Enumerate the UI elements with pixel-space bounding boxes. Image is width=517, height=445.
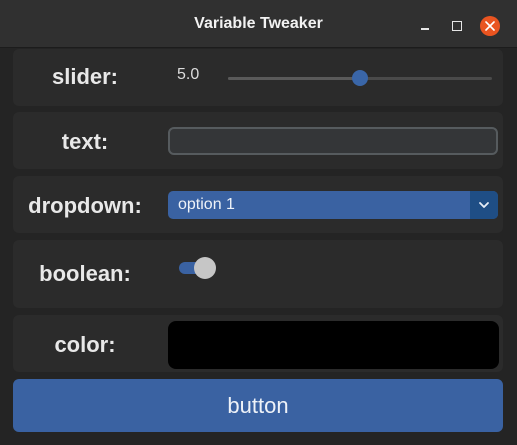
window-title: Variable Tweaker — [194, 15, 323, 32]
text-label: text: — [61, 129, 109, 154]
minimize-icon[interactable] — [416, 16, 434, 34]
app-window: Variable Tweaker slider: 5.0 text: dropd… — [0, 0, 517, 445]
close-icon[interactable] — [480, 16, 500, 36]
boolean-label: boolean: — [39, 261, 131, 286]
dropdown-arrow-button[interactable] — [470, 191, 498, 219]
chevron-down-icon — [479, 202, 489, 208]
color-swatch[interactable] — [168, 321, 499, 369]
title-bar: Variable Tweaker — [0, 0, 517, 48]
action-button[interactable]: button — [13, 379, 503, 432]
boolean-switch-knob[interactable] — [194, 257, 216, 279]
slider-thumb[interactable] — [352, 70, 368, 86]
slider-value: 5.0 — [177, 66, 200, 83]
slider-label: slider: — [51, 64, 119, 89]
dropdown-row: dropdown: option 1 — [13, 176, 503, 233]
slider-row: slider: 5.0 — [13, 49, 503, 106]
dropdown-select[interactable]: option 1 — [168, 191, 498, 219]
dropdown-label: dropdown: — [28, 193, 142, 218]
boolean-row: boolean: — [13, 240, 503, 308]
color-label: color: — [54, 332, 116, 357]
text-input[interactable] — [168, 127, 498, 155]
color-row: color: — [13, 315, 503, 372]
maximize-icon[interactable] — [447, 16, 465, 34]
slider-fill — [228, 77, 360, 80]
text-row: text: — [13, 112, 503, 169]
slider-track[interactable] — [228, 70, 492, 86]
dropdown-selected-value: option 1 — [178, 196, 235, 213]
